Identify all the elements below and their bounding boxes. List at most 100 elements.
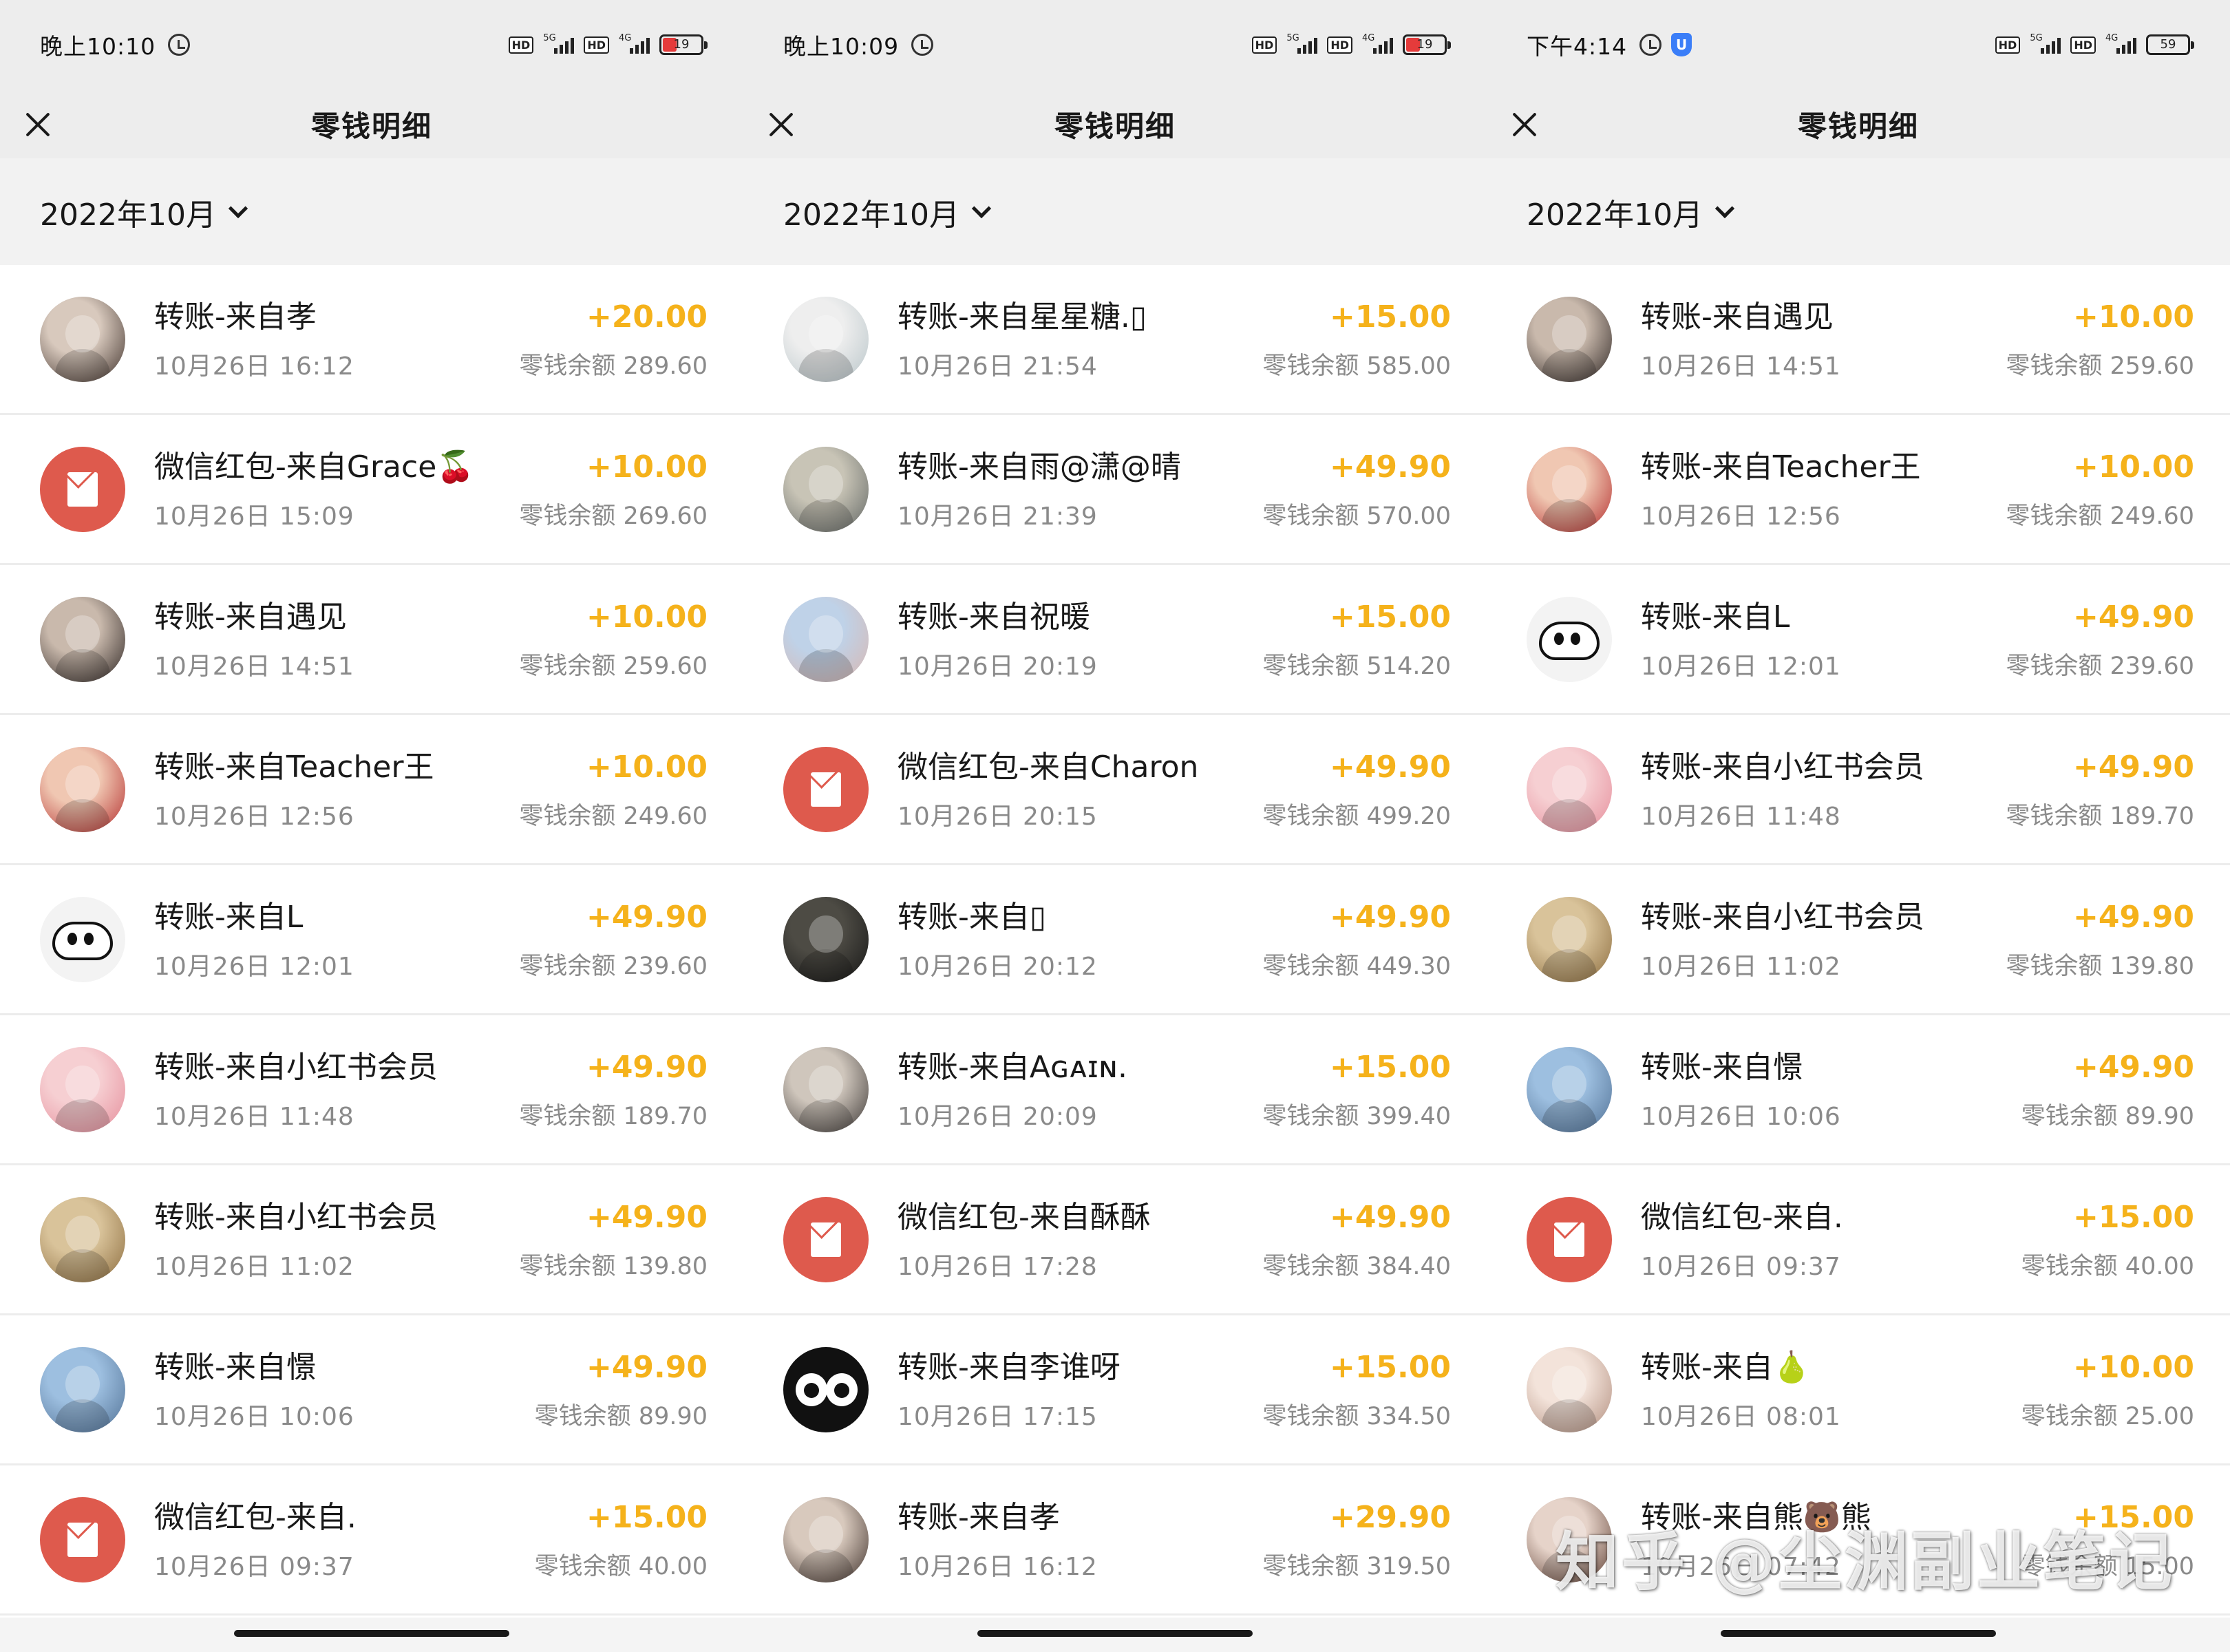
transaction-amounts: +49.90 零钱余额 139.80 — [2006, 897, 2194, 982]
transaction-list: 转账-来自遇见 10月26日 14:51 +10.00 零钱余额 259.60 转账-来… — [1487, 265, 2230, 1616]
transaction-info: 转账-来自Aɢᴀɪɴ. 10月26日 20:09 — [898, 1047, 1262, 1132]
transaction-row[interactable]: 转账-来自遇见 10月26日 14:51 +10.00 零钱余额 259.60 — [1487, 265, 2230, 415]
transaction-title: 转账-来自李谁呀 — [898, 1349, 1121, 1385]
transaction-row[interactable]: 转账-来自小红书会员 10月26日 11:48 +49.90 零钱余额 189.70 — [1487, 715, 2230, 865]
red-packet-icon — [783, 746, 869, 832]
home-indicator[interactable] — [1721, 1630, 1996, 1637]
transaction-time: 10月26日 20:09 — [898, 1102, 1098, 1131]
transaction-time: 10月26日 15:09 — [154, 502, 354, 531]
transaction-info: 转账-来自L 10月26日 12:01 — [1641, 597, 2006, 682]
transaction-title: 转账-来自小红书会员 — [154, 1049, 438, 1085]
avatar — [1527, 296, 1612, 382]
avatar — [783, 296, 869, 382]
transaction-amounts: +15.00 零钱余额 585.00 — [1262, 297, 1451, 381]
transaction-row[interactable]: 转账-来自祝暖 10月26日 20:19 +15.00 零钱余额 514.20 — [743, 565, 1487, 715]
balance-after: 零钱余额 259.60 — [519, 653, 708, 680]
month-filter[interactable]: 2022年10月 — [0, 158, 743, 265]
month-filter[interactable]: 2022年10月 — [743, 158, 1487, 265]
home-indicator[interactable] — [977, 1630, 1253, 1637]
balance-after: 零钱余额 189.70 — [519, 1103, 708, 1130]
status-time: 下午4:14 — [1527, 33, 1628, 60]
transaction-title: 转账-来自Aɢᴀɪɴ. — [898, 1049, 1127, 1085]
nav-bar: 零钱明细 — [743, 89, 1487, 158]
transaction-amount: +10.00 — [586, 750, 708, 785]
avatar — [40, 1346, 125, 1432]
transaction-row[interactable]: 转账-来自L 10月26日 12:01 +49.90 零钱余额 239.60 — [0, 865, 743, 1015]
balance-after: 零钱余额 334.50 — [1262, 1403, 1451, 1430]
transaction-amounts: +20.00 零钱余额 289.60 — [519, 297, 708, 381]
balance-after: 零钱余额 25.00 — [2021, 1403, 2194, 1430]
close-icon[interactable] — [1511, 110, 1538, 138]
signal-icon: 5G — [1286, 33, 1318, 54]
balance-after: 零钱余额 289.60 — [519, 352, 708, 380]
month-label: 2022年10月 — [783, 197, 959, 233]
transaction-row[interactable]: 转账-来自雨@潇@晴 10月26日 21:39 +49.90 零钱余额 570.00 — [743, 415, 1487, 565]
transaction-row[interactable]: 微信红包-来自酥酥 10月26日 17:28 +49.90 零钱余额 384.40 — [743, 1165, 1487, 1315]
phone-screen: 晚上10:10 HD 5G HD 4G 19 零钱明细 2022年10月 转账-来自孝 10月26… — [0, 0, 743, 1652]
battery-icon: 59 — [2146, 34, 2194, 55]
transaction-info: 微信红包-来自. 10月26日 09:37 — [1641, 1197, 2021, 1282]
transaction-amount: +49.90 — [2072, 600, 2194, 635]
transaction-amounts: +49.90 零钱余额 239.60 — [519, 897, 708, 982]
close-icon[interactable] — [767, 110, 795, 138]
transaction-row[interactable]: 微信红包-来自. 10月26日 09:37 +15.00 零钱余额 40.00 — [0, 1465, 743, 1616]
balance-after: 零钱余额 514.20 — [1262, 653, 1451, 680]
avatar — [40, 1196, 125, 1282]
transaction-amounts: +10.00 零钱余额 249.60 — [2006, 447, 2194, 531]
transaction-amount: +10.00 — [586, 600, 708, 635]
transaction-row[interactable]: 微信红包-来自Grace🍒 10月26日 15:09 +10.00 零钱余额 269.… — [0, 415, 743, 565]
transaction-info: 转账-来自祝暖 10月26日 20:19 — [898, 597, 1262, 682]
transaction-time: 10月26日 12:56 — [1641, 502, 1841, 531]
network-type-label: 5G — [543, 33, 556, 43]
avatar — [40, 296, 125, 382]
transaction-time: 10月26日 11:48 — [1641, 802, 1841, 831]
transaction-row[interactable]: 转账-来自Teacher王 10月26日 12:56 +10.00 零钱余额 249.… — [1487, 415, 2230, 565]
balance-after: 零钱余额 259.60 — [2006, 352, 2194, 380]
balance-after: 零钱余额 499.20 — [1262, 803, 1451, 830]
transaction-row[interactable]: 转账-来自Teacher王 10月26日 12:56 +10.00 零钱余额 249.… — [0, 715, 743, 865]
phone-screen: 晚上10:09 HD 5G HD 4G 19 零钱明细 2022年10月 转账-来自星星糖.▯ 1… — [743, 0, 1487, 1652]
transaction-row[interactable]: 转账-来自憬 10月26日 10:06 +49.90 零钱余额 89.90 — [0, 1315, 743, 1465]
transaction-time: 10月26日 16:12 — [154, 352, 354, 381]
transaction-row[interactable]: 微信红包-来自. 10月26日 09:37 +15.00 零钱余额 40.00 — [1487, 1165, 2230, 1315]
avatar — [783, 446, 869, 532]
transaction-row[interactable]: 转账-来自L 10月26日 12:01 +49.90 零钱余额 239.60 — [1487, 565, 2230, 715]
home-indicator[interactable] — [234, 1630, 509, 1637]
page-title: 零钱明细 — [1054, 109, 1176, 143]
transaction-row[interactable]: 转账-来自▯ 10月26日 20:12 +49.90 零钱余额 449.30 — [743, 865, 1487, 1015]
transaction-info: 转账-来自遇见 10月26日 14:51 — [1641, 297, 2006, 382]
transaction-info: 微信红包-来自Grace🍒 10月26日 15:09 — [154, 447, 519, 532]
transaction-info: 转账-来自▯ 10月26日 20:12 — [898, 897, 1262, 982]
transaction-row[interactable]: 转账-来自遇见 10月26日 14:51 +10.00 零钱余额 259.60 — [0, 565, 743, 715]
transaction-row[interactable]: 转账-来自星星糖.▯ 10月26日 21:54 +15.00 零钱余额 585.00 — [743, 265, 1487, 415]
month-filter[interactable]: 2022年10月 — [1487, 158, 2230, 265]
transaction-row[interactable]: 转账-来自Aɢᴀɪɴ. 10月26日 20:09 +15.00 零钱余额 399.40 — [743, 1015, 1487, 1165]
transaction-row[interactable]: 转账-来自小红书会员 10月26日 11:48 +49.90 零钱余额 189.70 — [0, 1015, 743, 1165]
transaction-row[interactable]: 转账-来自憬 10月26日 10:06 +49.90 零钱余额 89.90 — [1487, 1015, 2230, 1165]
transaction-row[interactable]: 转账-来自孝 10月26日 16:12 +20.00 零钱余额 289.60 — [0, 265, 743, 415]
transaction-amounts: +49.90 零钱余额 89.90 — [2021, 1047, 2194, 1132]
transaction-info: 转账-来自遇见 10月26日 14:51 — [154, 597, 519, 682]
transaction-amounts: +10.00 零钱余额 25.00 — [2021, 1347, 2194, 1432]
transaction-row[interactable]: 转账-来自小红书会员 10月26日 11:02 +49.90 零钱余额 139.80 — [1487, 865, 2230, 1015]
red-packet-icon — [40, 446, 125, 532]
transaction-row[interactable]: 微信红包-来自Charon 10月26日 20:15 +49.90 零钱余额 499.… — [743, 715, 1487, 865]
transaction-time: 10月26日 16:12 — [898, 1552, 1098, 1581]
transaction-amounts: +15.00 零钱余额 514.20 — [1262, 597, 1451, 681]
close-icon[interactable] — [24, 110, 52, 138]
balance-after: 零钱余额 249.60 — [2006, 502, 2194, 530]
transaction-list: 转账-来自孝 10月26日 16:12 +20.00 零钱余额 289.60 微信红包-… — [0, 265, 743, 1616]
transaction-info: 转账-来自小红书会员 10月26日 11:48 — [154, 1047, 519, 1132]
transaction-time: 10月26日 09:37 — [1641, 1252, 1841, 1281]
transaction-amounts: +10.00 零钱余额 269.60 — [519, 447, 708, 531]
transaction-row[interactable]: 转账-来自李谁呀 10月26日 17:15 +15.00 零钱余额 334.50 — [743, 1315, 1487, 1465]
transaction-row[interactable]: 转账-来自孝 10月26日 16:12 +29.90 零钱余额 319.50 — [743, 1465, 1487, 1616]
month-label: 2022年10月 — [40, 197, 216, 233]
transaction-title: 转账-来自孝 — [898, 1499, 1060, 1535]
avatar — [1527, 446, 1612, 532]
transaction-amount: +49.90 — [2072, 1050, 2194, 1085]
transaction-time: 10月26日 14:51 — [1641, 352, 1841, 381]
transaction-row[interactable]: 转账-来自小红书会员 10月26日 11:02 +49.90 零钱余额 139.80 — [0, 1165, 743, 1315]
transaction-row[interactable]: 转账-来自🍐 10月26日 08:01 +10.00 零钱余额 25.00 — [1487, 1315, 2230, 1465]
transaction-amounts: +15.00 零钱余额 334.50 — [1262, 1347, 1451, 1432]
